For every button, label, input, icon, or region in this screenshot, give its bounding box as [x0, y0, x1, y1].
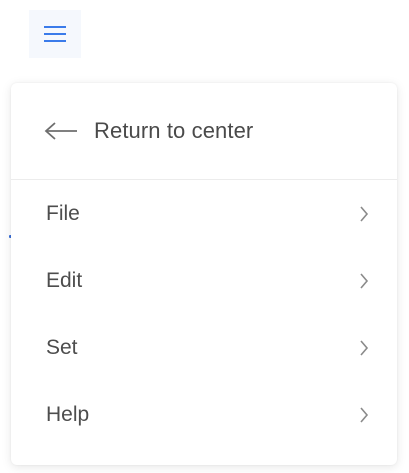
arrow-left-icon: [44, 121, 80, 141]
page: Return to center File Edit Set Help: [0, 0, 409, 473]
menu-item-label: Edit: [46, 268, 83, 292]
menu-toggle-button[interactable]: [29, 10, 81, 58]
chevron-right-icon: [359, 338, 371, 358]
menu-item-label: Set: [46, 335, 78, 359]
return-to-center-label: Return to center: [94, 118, 254, 143]
chevron-right-icon: [359, 271, 371, 291]
dropdown-menu-panel: Return to center File Edit Set Help: [11, 83, 397, 465]
hamburger-menu-icon: [44, 26, 66, 42]
chevron-right-icon: [359, 405, 371, 425]
menu-item-edit[interactable]: Edit: [11, 247, 397, 314]
return-to-center-button[interactable]: Return to center: [11, 83, 397, 180]
menu-item-label: Help: [46, 402, 90, 426]
menu-item-help[interactable]: Help: [11, 381, 397, 448]
menu-item-file[interactable]: File: [11, 180, 397, 247]
menu-items: File Edit Set Help: [11, 180, 397, 448]
chevron-right-icon: [359, 204, 371, 224]
menu-item-set[interactable]: Set: [11, 314, 397, 381]
menu-item-label: File: [46, 201, 80, 225]
